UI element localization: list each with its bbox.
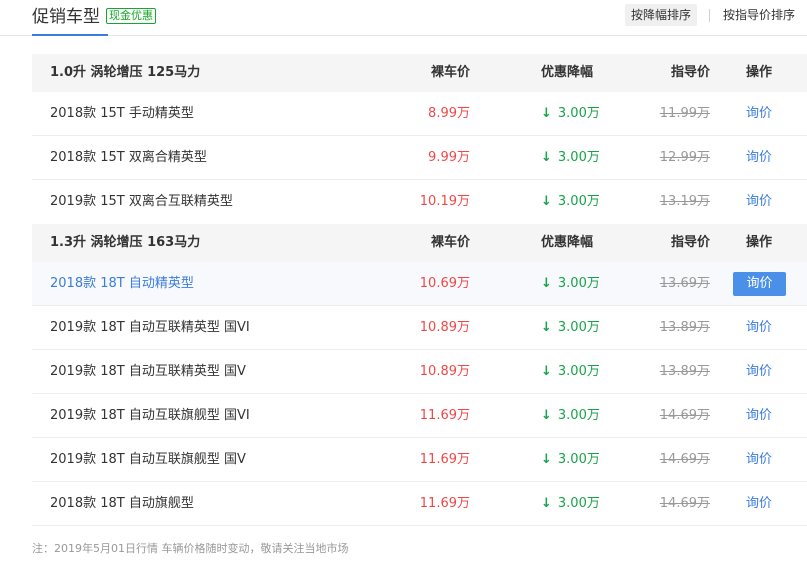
table-row: 2018款 15T 手动精英型 8.99万 ↓ 3.00万 11.99万 询价 [32, 92, 807, 136]
inquire-link[interactable]: 询价 [746, 350, 772, 394]
col-header-discount: 优惠降幅 [541, 235, 594, 250]
table-row: 2019款 18T 自动互联旗舰型 国V 11.69万 ↓ 3.00万 14.69… [32, 438, 807, 482]
guide-price: 14.69万 [659, 408, 710, 423]
net-price: 11.69万 [419, 452, 470, 467]
col-header-guide: 指导价 [670, 65, 710, 80]
net-price: 10.19万 [419, 194, 470, 209]
table-row: 2018款 18T 自动旗舰型 11.69万 ↓ 3.00万 14.69万 询价 [32, 482, 807, 526]
guide-price: 12.99万 [659, 150, 710, 165]
model-name[interactable]: 2018款 18T 自动旗舰型 [50, 482, 194, 526]
discount-cell: ↓ 3.00万 [541, 180, 600, 224]
discount-cell: ↓ 3.00万 [541, 306, 600, 350]
discount-value: 3.00万 [557, 194, 600, 209]
col-header-price: 裸车价 [430, 65, 470, 80]
discount-cell: ↓ 3.00万 [541, 350, 600, 394]
discount-value: 3.00万 [557, 150, 600, 165]
down-arrow-icon: ↓ [541, 194, 552, 209]
guide-price: 13.19万 [659, 194, 710, 209]
discount-cell: ↓ 3.00万 [541, 262, 600, 306]
inquire-link[interactable]: 询价 [746, 482, 772, 526]
table-row: 2019款 18T 自动互联精英型 国VI 10.89万 ↓ 3.00万 13.8… [32, 306, 807, 350]
inquire-link[interactable]: 询价 [746, 136, 772, 180]
down-arrow-icon: ↓ [541, 320, 552, 335]
promo-table: 1.0升 涡轮增压 125马力 裸车价 优惠降幅 指导价 操作 2018款 15… [32, 54, 807, 526]
col-header-guide: 指导价 [670, 235, 710, 250]
down-arrow-icon: ↓ [541, 106, 552, 121]
engine-group-name: 1.3升 涡轮增压 163马力 [50, 235, 201, 250]
down-arrow-icon: ↓ [541, 364, 552, 379]
net-price: 9.99万 [428, 150, 470, 165]
engine-group-header: 1.3升 涡轮增压 163马力 裸车价 优惠降幅 指导价 操作 [32, 224, 807, 262]
discount-value: 3.00万 [557, 320, 600, 335]
discount-cell: ↓ 3.00万 [541, 136, 600, 180]
model-name[interactable]: 2019款 18T 自动互联旗舰型 国VI [50, 394, 250, 438]
col-header-op: 操作 [746, 65, 773, 80]
guide-price: 13.89万 [659, 364, 710, 379]
table-row: 2018款 18T 自动精英型 10.69万 ↓ 3.00万 13.69万 询价 [32, 262, 807, 306]
table-row: 2019款 18T 自动互联旗舰型 国VI 11.69万 ↓ 3.00万 14.6… [32, 394, 807, 438]
down-arrow-icon: ↓ [541, 276, 552, 291]
engine-group-name: 1.0升 涡轮增压 125马力 [50, 65, 201, 80]
discount-value: 3.00万 [557, 106, 600, 121]
sort-by-discount-button[interactable]: 按降幅排序 [625, 4, 698, 26]
down-arrow-icon: ↓ [541, 408, 552, 423]
down-arrow-icon: ↓ [541, 452, 552, 467]
discount-cell: ↓ 3.00万 [541, 482, 600, 526]
model-name[interactable]: 2019款 18T 自动互联旗舰型 国V [50, 438, 246, 482]
guide-price: 13.89万 [659, 320, 710, 335]
inquire-link[interactable]: 询价 [746, 394, 772, 438]
price-disclaimer: 注：2019年5月01日行情 车辆价格随时变动，敬请关注当地市场 [32, 542, 349, 555]
net-price: 11.69万 [419, 496, 470, 511]
discount-cell: ↓ 3.00万 [541, 438, 600, 482]
discount-value: 3.00万 [557, 364, 600, 379]
inquire-button[interactable]: 询价 [733, 272, 786, 296]
model-name[interactable]: 2018款 18T 自动精英型 [50, 262, 194, 306]
discount-value: 3.00万 [557, 496, 600, 511]
inquire-link[interactable]: 询价 [746, 438, 772, 482]
down-arrow-icon: ↓ [541, 150, 552, 165]
discount-cell: ↓ 3.00万 [541, 92, 600, 136]
discount-value: 3.00万 [557, 408, 600, 423]
table-row: 2019款 15T 双离合互联精英型 10.19万 ↓ 3.00万 13.19万 … [32, 180, 807, 224]
sort-by-guide-price-button[interactable]: 按指导价排序 [717, 4, 801, 26]
table-row: 2018款 15T 双离合精英型 9.99万 ↓ 3.00万 12.99万 询价 [32, 136, 807, 180]
sort-divider [709, 9, 710, 22]
inquire-link[interactable]: 询价 [746, 92, 772, 136]
net-price: 8.99万 [428, 106, 470, 121]
col-header-price: 裸车价 [430, 235, 470, 250]
guide-price: 13.69万 [659, 276, 710, 291]
inquire-link[interactable]: 询价 [746, 306, 772, 350]
model-name[interactable]: 2019款 15T 双离合互联精英型 [50, 180, 233, 224]
model-name[interactable]: 2018款 15T 双离合精英型 [50, 136, 207, 180]
table-row: 2019款 18T 自动互联精英型 国V 10.89万 ↓ 3.00万 13.89… [32, 350, 807, 394]
engine-group-header: 1.0升 涡轮增压 125马力 裸车价 优惠降幅 指导价 操作 [32, 54, 807, 92]
net-price: 10.89万 [419, 320, 470, 335]
col-header-op: 操作 [746, 235, 773, 250]
model-name[interactable]: 2019款 18T 自动互联精英型 国V [50, 350, 246, 394]
down-arrow-icon: ↓ [541, 496, 552, 511]
net-price: 11.69万 [419, 408, 470, 423]
cash-discount-badge: 现金优惠 [106, 8, 156, 24]
net-price: 10.69万 [419, 276, 470, 291]
discount-value: 3.00万 [557, 276, 600, 291]
guide-price: 14.69万 [659, 496, 710, 511]
promo-header: 促销车型 现金优惠 按降幅排序 按指导价排序 [0, 0, 807, 36]
guide-price: 14.69万 [659, 452, 710, 467]
model-name[interactable]: 2018款 15T 手动精英型 [50, 92, 194, 136]
col-header-discount: 优惠降幅 [541, 65, 594, 80]
guide-price: 11.99万 [659, 106, 710, 121]
discount-value: 3.00万 [557, 452, 600, 467]
discount-cell: ↓ 3.00万 [541, 394, 600, 438]
tab-promo-models[interactable]: 促销车型 [32, 6, 108, 36]
inquire-link[interactable]: 询价 [746, 180, 772, 224]
model-name[interactable]: 2019款 18T 自动互联精英型 国VI [50, 306, 250, 350]
net-price: 10.89万 [419, 364, 470, 379]
